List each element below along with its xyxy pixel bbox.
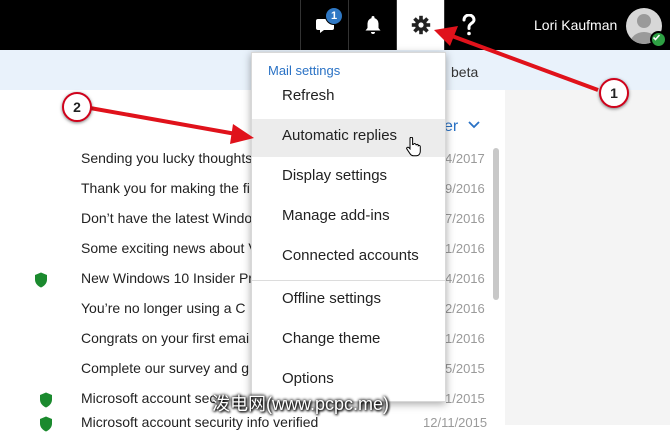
message-row[interactable]: Microsoft account security info verified… [0, 412, 490, 442]
bell-icon [365, 16, 381, 34]
message-date: 7/2016 [445, 211, 485, 226]
help-button[interactable] [444, 0, 493, 50]
user-name[interactable]: Lori Kaufman [534, 17, 617, 33]
menu-item-label: Refresh [282, 87, 335, 104]
chat-count-badge: 1 [325, 7, 343, 25]
settings-button[interactable] [396, 0, 445, 50]
help-icon [462, 14, 476, 36]
menu-item-label: Change theme [282, 330, 381, 347]
safe-sender-shield-icon [40, 416, 52, 432]
chevron-down-icon[interactable] [468, 120, 480, 130]
message-date: 1/2016 [445, 331, 485, 346]
message-subject: Sending you lucky thoughts [81, 150, 253, 166]
menu-item-change-theme[interactable]: Change theme [252, 322, 445, 360]
message-subject: Some exciting news about V [81, 240, 258, 256]
menu-item-manage-add-ins[interactable]: Manage add-ins [252, 199, 445, 237]
beta-banner-text[interactable]: beta [451, 64, 478, 80]
message-subject: Complete our survey and g [81, 360, 250, 376]
notifications-button[interactable] [348, 0, 397, 50]
safe-sender-shield-icon [40, 392, 52, 408]
menu-item-connected-accounts[interactable]: Connected accounts [252, 239, 445, 277]
menu-item-label: Manage add-ins [282, 207, 390, 224]
reading-pane [505, 90, 670, 425]
menu-heading: Mail settings [268, 63, 341, 78]
message-subject: Don’t have the latest Windo [81, 210, 253, 226]
menu-item-label: Connected accounts [282, 247, 419, 264]
message-subject: Thank you for making the fi [81, 180, 250, 196]
menu-divider [252, 280, 445, 281]
watermark: 泼电网(www.pcpc.me) [212, 394, 390, 414]
message-date: 2/2016 [445, 301, 485, 316]
menu-item-label: Options [282, 370, 334, 387]
callout-1: 1 [599, 78, 629, 108]
message-date: 1/2015 [445, 391, 485, 406]
message-date: 9/2016 [445, 181, 485, 196]
menu-item-refresh[interactable]: Refresh [252, 79, 445, 117]
scrollbar[interactable] [493, 148, 499, 300]
message-date: 4/2016 [445, 271, 485, 286]
message-date: 1/2016 [445, 241, 485, 256]
message-date: 4/2017 [445, 151, 485, 166]
menu-item-display-settings[interactable]: Display settings [252, 159, 445, 197]
menu-item-offline-settings[interactable]: Offline settings [252, 282, 445, 320]
message-subject: You’re no longer using a C [81, 300, 246, 316]
top-bar: 1 Lori Kaufman [0, 0, 670, 50]
hand-cursor-icon [406, 137, 421, 157]
message-subject: Microsoft account security info verified [81, 414, 319, 430]
menu-item-label: Automatic replies [282, 127, 398, 144]
online-status-icon [650, 31, 667, 48]
menu-item-label: Offline settings [282, 290, 381, 307]
safe-sender-shield-icon [35, 272, 47, 288]
chat-button[interactable]: 1 [300, 0, 349, 50]
gear-icon [411, 15, 431, 35]
message-subject: Microsoft account sec [81, 390, 217, 406]
message-date: 12/11/2015 [423, 415, 488, 430]
settings-menu: Mail settings Refresh Automatic replies … [251, 52, 446, 402]
menu-item-label: Display settings [282, 167, 388, 184]
message-subject: New Windows 10 Insider Pr [81, 270, 253, 286]
callout-2: 2 [62, 92, 92, 122]
message-date: 5/2015 [445, 361, 485, 376]
message-subject: Congrats on your first emai [81, 330, 250, 346]
filter-button[interactable]: er [444, 118, 458, 136]
